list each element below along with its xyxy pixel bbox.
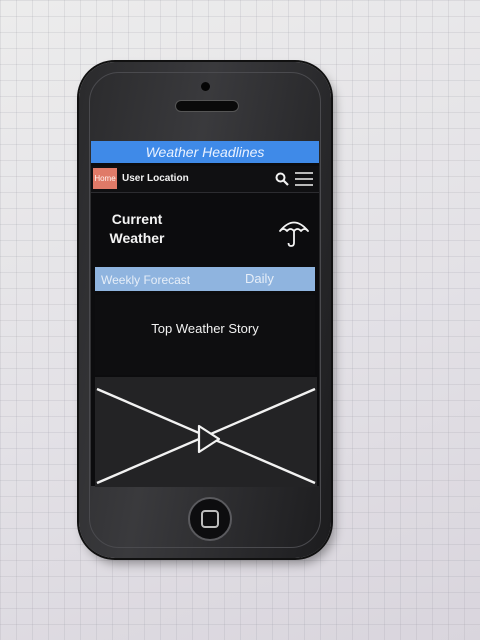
home-square-icon [201,510,219,528]
front-camera [201,82,210,91]
earpiece-speaker [175,100,239,112]
phone-frame: Weather Headlines Home User Location Cur… [79,62,331,558]
nav-bar: Home User Location [91,166,319,193]
search-icon[interactable] [275,172,289,186]
video-placeholder[interactable] [95,377,317,487]
umbrella-icon [279,221,309,247]
device-home-button[interactable] [188,497,232,541]
top-story-title[interactable]: Top Weather Story [95,321,315,336]
phone-screen: Weather Headlines Home User Location Cur… [91,141,319,487]
menu-icon[interactable] [295,171,313,187]
top-story-panel[interactable]: Top Weather Story [95,295,315,375]
user-location[interactable]: User Location [122,173,189,184]
tab-daily[interactable]: Daily [245,271,274,286]
app-title: Weather Headlines [91,141,319,163]
current-weather-label[interactable]: Current Weather [97,210,177,248]
tab-weekly-forecast[interactable]: Weekly Forecast [101,273,190,287]
home-button[interactable]: Home [93,168,117,189]
forecast-bar: Weekly Forecast Daily [95,267,315,291]
